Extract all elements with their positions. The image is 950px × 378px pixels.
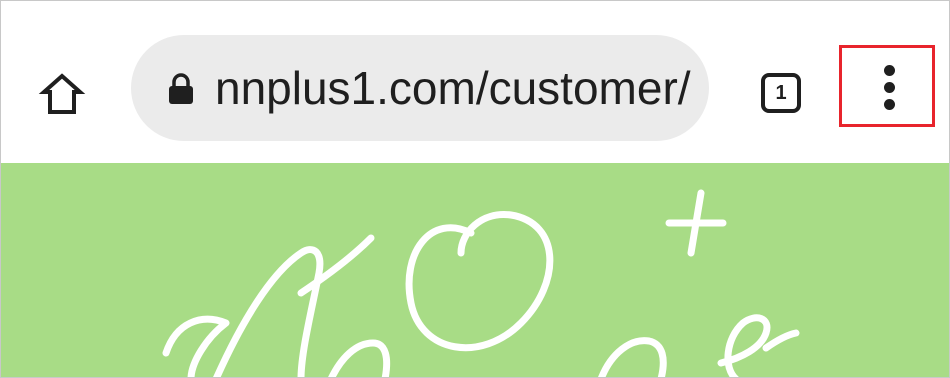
- home-button[interactable]: [37, 69, 87, 119]
- lock-icon: [169, 73, 193, 104]
- brand-logo: [162, 189, 800, 377]
- browser-toolbar: nnplus1.com/customer/ 1: [1, 1, 949, 163]
- tab-switcher-button[interactable]: 1: [757, 69, 803, 115]
- tab-count: 1: [761, 73, 801, 113]
- browser-window: nnplus1.com/customer/ 1: [0, 0, 950, 378]
- more-menu-button[interactable]: [839, 45, 935, 127]
- address-bar[interactable]: nnplus1.com/customer/: [131, 35, 709, 141]
- page-content: [1, 163, 949, 377]
- home-icon: [38, 73, 86, 114]
- url-text[interactable]: nnplus1.com/customer/: [215, 61, 691, 115]
